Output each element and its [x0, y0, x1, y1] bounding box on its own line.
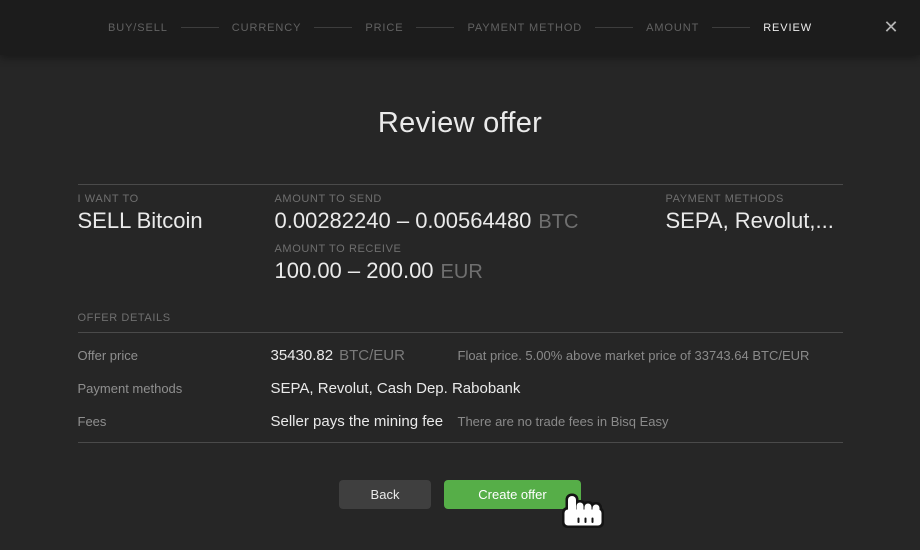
summary-payment-methods: PAYMENT METHODS SEPA, Revolut,... [666, 193, 843, 235]
amount-to-receive-unit: EUR [441, 261, 483, 283]
step-divider [712, 27, 750, 28]
step-payment-method[interactable]: PAYMENT METHOD [467, 22, 582, 34]
fees-row: Fees Seller pays the mining fee There ar… [78, 405, 843, 438]
direction-label: I WANT TO [78, 193, 275, 205]
step-divider [314, 27, 352, 28]
create-offer-button[interactable]: Create offer [444, 480, 581, 509]
page-title: Review offer [0, 107, 920, 140]
amount-to-send-unit: BTC [538, 211, 578, 233]
step-divider [416, 27, 454, 28]
payment-methods-list: SEPA, Revolut, Cash Dep. Rabobank [271, 380, 521, 397]
close-icon[interactable]: ✕ [878, 15, 904, 41]
offer-summary-grid: I WANT TO SELL Bitcoin AMOUNT TO SEND 0.… [78, 184, 843, 285]
payment-methods-row-value: SEPA, Revolut, Cash Dep. Rabobank [271, 380, 458, 397]
step-divider [181, 27, 219, 28]
step-divider [595, 27, 633, 28]
offer-price-value: 35430.82 BTC/EUR [271, 347, 458, 364]
payment-methods-label: PAYMENT METHODS [666, 193, 843, 205]
action-buttons: Back Create offer [78, 480, 843, 509]
fees-label: Fees [78, 414, 271, 429]
wizard-stepper: BUY/SELL CURRENCY PRICE PAYMENT METHOD A… [108, 22, 812, 34]
offer-price-number: 35430.82 [271, 347, 334, 364]
payment-methods-row-label: Payment methods [78, 381, 271, 396]
fees-text: Seller pays the mining fee [271, 413, 444, 430]
summary-direction: I WANT TO SELL Bitcoin [78, 193, 275, 235]
back-button[interactable]: Back [339, 480, 431, 509]
amount-to-send-label: AMOUNT TO SEND [275, 193, 666, 205]
summary-amount-to-send: AMOUNT TO SEND 0.00282240 – 0.00564480 BT… [275, 193, 666, 235]
offer-price-row: Offer price 35430.82 BTC/EUR Float price.… [78, 339, 843, 372]
step-currency[interactable]: CURRENCY [232, 22, 302, 34]
offer-price-note: Float price. 5.00% above market price of… [458, 348, 843, 363]
amount-to-send-value: 0.00282240 – 0.00564480 BTC [275, 208, 666, 235]
offer-details-heading: OFFER DETAILS [78, 312, 843, 333]
payment-methods-value: SEPA, Revolut,... [666, 208, 843, 234]
fees-note: There are no trade fees in Bisq Easy [458, 414, 843, 429]
step-price[interactable]: PRICE [365, 22, 403, 34]
amount-to-receive-number: 100.00 – 200.00 [275, 258, 434, 283]
wizard-top-bar: BUY/SELL CURRENCY PRICE PAYMENT METHOD A… [0, 0, 920, 55]
summary-amount-to-receive: AMOUNT TO RECEIVE 100.00 – 200.00 EUR [275, 243, 666, 285]
review-content: I WANT TO SELL Bitcoin AMOUNT TO SEND 0.… [78, 184, 843, 509]
step-amount[interactable]: AMOUNT [646, 22, 699, 34]
offer-price-label: Offer price [78, 348, 271, 363]
payment-methods-row: Payment methods SEPA, Revolut, Cash Dep.… [78, 372, 843, 405]
amount-to-receive-label: AMOUNT TO RECEIVE [275, 243, 666, 255]
fees-value: Seller pays the mining fee [271, 413, 458, 430]
amount-to-send-number: 0.00282240 – 0.00564480 [275, 208, 532, 233]
step-review[interactable]: REVIEW [763, 22, 812, 34]
step-buy-sell[interactable]: BUY/SELL [108, 22, 168, 34]
direction-value: SELL Bitcoin [78, 208, 275, 234]
offer-details-rows: Offer price 35430.82 BTC/EUR Float price.… [78, 333, 843, 443]
amount-to-receive-value: 100.00 – 200.00 EUR [275, 258, 666, 285]
offer-price-unit: BTC/EUR [339, 347, 405, 364]
